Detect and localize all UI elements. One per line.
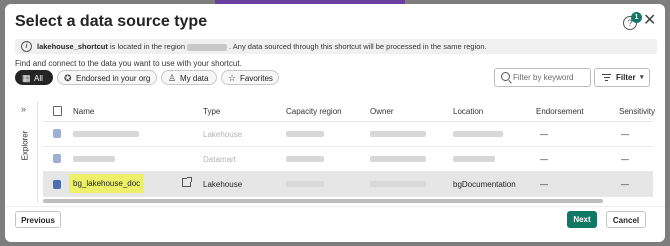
redacted-region xyxy=(286,181,324,187)
row-endorsement: — xyxy=(540,155,548,164)
chip-all[interactable]: ▦ All xyxy=(15,70,53,85)
lakehouse-icon xyxy=(53,180,61,189)
database-icon xyxy=(53,154,61,163)
horizontal-scrollbar[interactable] xyxy=(43,199,603,203)
redacted-owner xyxy=(370,181,426,187)
search-input[interactable] xyxy=(513,71,587,84)
filter-icon xyxy=(602,74,611,81)
redacted-name xyxy=(73,156,115,162)
row-sensitivity: — xyxy=(621,155,629,164)
redacted-region xyxy=(187,43,228,51)
filter-button[interactable]: Filter ▾ xyxy=(594,68,650,87)
column-header-owner[interactable]: Owner xyxy=(370,107,394,116)
redacted-owner xyxy=(370,156,426,162)
data-source-table: Name Type Capacity region Owner Location… xyxy=(43,101,655,203)
info-icon: i xyxy=(21,41,32,52)
region-info-banner: i lakehouse_shortcut is located in the r… xyxy=(15,39,657,54)
row-endorsement: — xyxy=(540,180,548,189)
chip-label: Favorites xyxy=(240,74,273,83)
banner-text: lakehouse_shortcut is located in the reg… xyxy=(37,39,487,54)
banner-text-before: is located in the region xyxy=(109,42,186,51)
person-icon: ♙ xyxy=(168,73,177,83)
row-sensitivity: — xyxy=(621,130,629,139)
chevron-down-icon: ▾ xyxy=(640,74,644,81)
table-row-selected[interactable]: bg_lakehouse_doc Lakehouse bgDocumentati… xyxy=(43,172,653,197)
table-row[interactable]: Lakehouse — — xyxy=(43,122,653,147)
filter-label: Filter xyxy=(616,73,636,82)
row-name-highlighted[interactable]: bg_lakehouse_doc xyxy=(69,174,145,193)
table-row[interactable]: Datamart — — xyxy=(43,147,653,172)
column-header-type[interactable]: Type xyxy=(203,107,220,116)
document-icon xyxy=(53,106,62,116)
redacted-region xyxy=(286,131,324,137)
column-header-sensitivity[interactable]: Sensitivity xyxy=(619,107,655,116)
footer-divider xyxy=(5,206,665,207)
chip-label: All xyxy=(34,74,43,83)
row-location: bgDocumentation xyxy=(453,180,516,189)
row-type: Datamart xyxy=(203,155,236,164)
redacted-name xyxy=(73,131,139,137)
chip-endorsed[interactable]: ✪ Endorsed in your org xyxy=(57,70,157,85)
star-icon: ☆ xyxy=(228,73,237,83)
grid-icon: ▦ xyxy=(22,73,31,83)
column-header-name[interactable]: Name xyxy=(73,107,94,116)
row-endorsement: — xyxy=(540,130,548,139)
open-external-icon[interactable] xyxy=(182,177,192,187)
redacted-owner xyxy=(370,131,426,137)
chevron-double-right-icon[interactable]: » xyxy=(21,104,26,114)
row-type: Lakehouse xyxy=(203,180,243,189)
table-header: Name Type Capacity region Owner Location… xyxy=(43,101,655,122)
redacted-region xyxy=(286,156,324,162)
column-header-location[interactable]: Location xyxy=(453,107,483,116)
close-icon[interactable]: ✕ xyxy=(643,13,656,29)
select-data-source-dialog: Select a data source type ? 1 ✕ i lakeho… xyxy=(5,4,665,242)
previous-button[interactable]: Previous xyxy=(15,211,61,228)
search-box xyxy=(494,68,591,87)
search-icon xyxy=(501,72,510,81)
instruction-text: Find and connect to the data you want to… xyxy=(15,59,242,68)
redacted-location xyxy=(453,131,503,137)
ribbon-icon: ✪ xyxy=(64,73,72,83)
column-header-capacity-region[interactable]: Capacity region xyxy=(286,107,342,116)
row-sensitivity: — xyxy=(621,180,629,189)
explorer-label: Explorer xyxy=(20,130,30,161)
redacted-location xyxy=(453,156,495,162)
database-icon xyxy=(53,129,61,138)
next-button[interactable]: Next xyxy=(567,211,597,228)
chip-label: Endorsed in your org xyxy=(76,74,151,83)
notification-badge: 1 xyxy=(631,12,642,23)
column-header-endorsement[interactable]: Endorsement xyxy=(536,107,584,116)
chip-my-data[interactable]: ♙ My data xyxy=(161,70,217,85)
shortcut-name: lakehouse_shortcut xyxy=(37,42,108,51)
cancel-button[interactable]: Cancel xyxy=(606,211,646,228)
dialog-title: Select a data source type xyxy=(15,13,208,30)
banner-text-after: . Any data sourced through this shortcut… xyxy=(229,42,487,51)
chip-favorites[interactable]: ☆ Favorites xyxy=(221,70,279,85)
explorer-pane[interactable]: » Explorer xyxy=(15,101,38,203)
row-type: Lakehouse xyxy=(203,130,243,139)
chip-label: My data xyxy=(180,74,209,83)
